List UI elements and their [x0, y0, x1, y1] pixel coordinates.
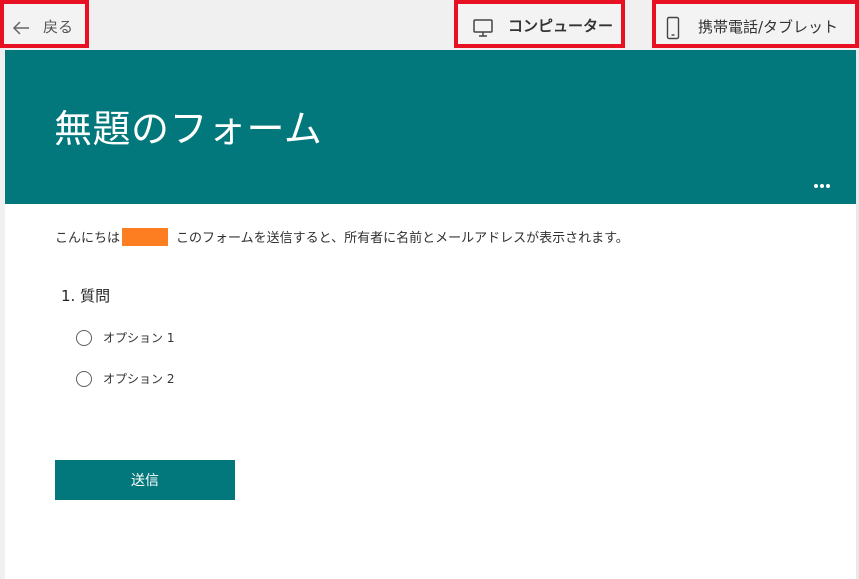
back-label: 戻る	[43, 18, 74, 36]
mobile-view-label: 携帯電話/タブレット	[698, 18, 839, 36]
submit-button[interactable]: 送信	[55, 460, 235, 500]
radio-button[interactable]	[76, 330, 92, 346]
redacted-user-name	[122, 228, 169, 246]
form-header-banner: 無題のフォーム	[5, 50, 856, 204]
option-label: オプション 2	[103, 372, 175, 386]
phone-icon	[666, 16, 680, 40]
computer-view-button[interactable]: コンピューター	[454, 0, 625, 48]
option-1[interactable]: オプション 1	[76, 328, 174, 348]
mobile-view-button[interactable]: 携帯電話/タブレット	[652, 0, 859, 48]
more-horizontal-icon[interactable]	[811, 182, 833, 190]
greeting-notice: このフォームを送信すると、所有者に名前とメールアドレスが表示されます。	[176, 231, 629, 246]
question-title: 1. 質問	[61, 287, 111, 305]
preview-toolbar: 戻る コンピューター 携帯電話/タブレット	[0, 0, 859, 50]
computer-view-label: コンピューター	[508, 17, 614, 35]
monitor-icon	[473, 19, 493, 37]
greeting-text: こんにちは このフォームを送信すると、所有者に名前とメールアドレスが表示されます。	[55, 228, 629, 249]
form-title: 無題のフォーム	[54, 107, 323, 151]
arrow-left-icon	[12, 21, 29, 35]
option-2[interactable]: オプション 2	[76, 369, 174, 389]
back-button[interactable]: 戻る	[0, 0, 89, 48]
greeting-prefix: こんにちは	[55, 231, 121, 246]
form-preview: 無題のフォーム こんにちは このフォームを送信すると、所有者に名前とメールアドレス…	[5, 50, 856, 579]
option-label: オプション 1	[103, 331, 175, 345]
radio-button[interactable]	[76, 371, 92, 387]
